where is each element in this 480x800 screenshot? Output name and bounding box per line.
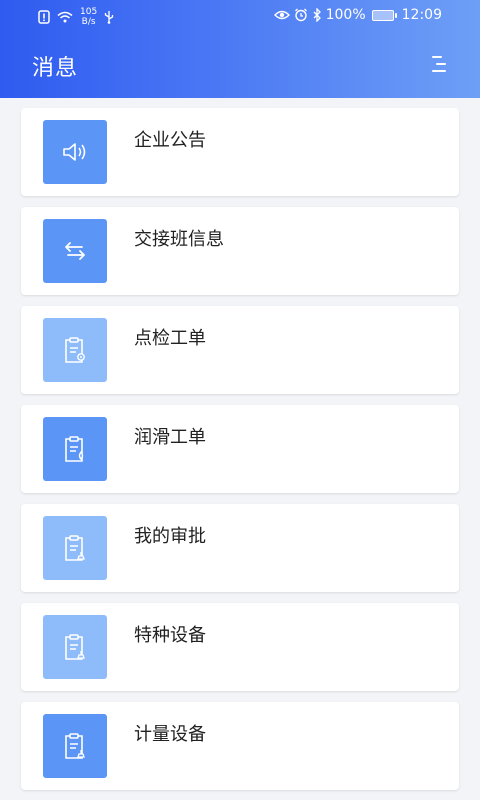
tile: [43, 318, 107, 382]
tile: [43, 417, 107, 481]
bluetooth-icon: [313, 8, 321, 22]
list-item-announcement[interactable]: 企业公告: [21, 108, 459, 196]
network-speed: 105 B/s: [80, 7, 98, 27]
item-label: 润滑工单: [134, 427, 206, 448]
item-label: 特种设备: [134, 625, 206, 646]
list-item-inspection-order[interactable]: 点检工单: [21, 306, 459, 394]
tile: [43, 615, 107, 679]
page-title: 消息: [32, 56, 79, 81]
clipboard-icon: [65, 733, 85, 759]
wifi-icon: [57, 11, 73, 23]
clipboard-icon: [65, 337, 85, 363]
battery-icon: [371, 9, 397, 21]
list-item-lubrication-order[interactable]: 润滑工单: [21, 405, 459, 493]
tile: [43, 219, 107, 283]
exchange-arrows-icon: [65, 242, 85, 260]
list-item-special-equipment[interactable]: 特种设备: [21, 603, 459, 691]
menu-icon[interactable]: [432, 56, 446, 72]
alarm-icon: [294, 8, 307, 22]
tile: [43, 120, 107, 184]
list-item-my-approvals[interactable]: 我的审批: [21, 504, 459, 592]
item-label: 企业公告: [134, 130, 206, 151]
item-label: 我的审批: [134, 526, 206, 547]
eye-icon: [273, 10, 290, 20]
usb-icon: [105, 11, 114, 24]
clipboard-icon: [65, 634, 85, 660]
tile: [43, 714, 107, 778]
app-header: 105 B/s 100% 12:09 消息: [0, 0, 480, 98]
list-item-shift-handover[interactable]: 交接班信息: [21, 207, 459, 295]
speaker-icon: [63, 143, 86, 161]
clock: 12:09: [401, 7, 442, 23]
list-item-metering-equipment[interactable]: 计量设备: [21, 702, 459, 790]
status-bar: 105 B/s 100% 12:09: [0, 0, 480, 34]
notification-icon: [38, 10, 50, 24]
clipboard-icon: [65, 535, 85, 561]
tile: [43, 516, 107, 580]
item-label: 计量设备: [134, 724, 206, 745]
clipboard-icon: [65, 436, 84, 462]
battery-percent: 100%: [325, 7, 366, 23]
item-label: 点检工单: [134, 328, 206, 349]
item-label: 交接班信息: [134, 229, 224, 250]
